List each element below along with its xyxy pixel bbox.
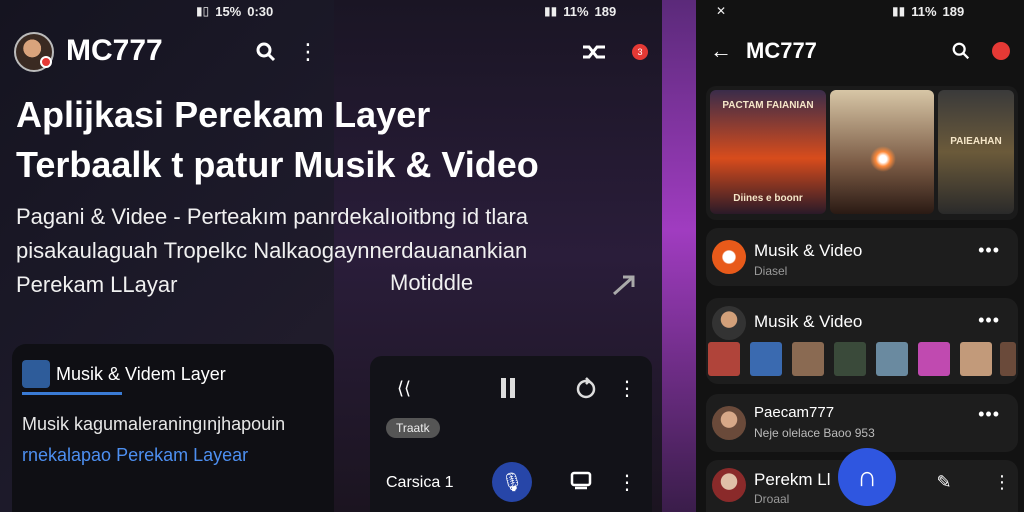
title-underline	[22, 392, 122, 395]
battery-level: 11%	[911, 3, 937, 19]
mic-icon: 🎙	[500, 471, 524, 492]
thumbnail[interactable]	[750, 342, 782, 376]
gallery-caption: Diines e boonr	[733, 193, 803, 204]
thumbnail[interactable]	[876, 342, 908, 376]
edit-icon[interactable]: ✎	[932, 470, 956, 494]
list-item-avatar	[712, 240, 746, 274]
more-vert-icon[interactable]: ⋮	[297, 38, 319, 66]
search-icon[interactable]	[948, 38, 974, 64]
list-item-avatar	[712, 406, 746, 440]
clock: 0:30	[247, 3, 274, 19]
screen-record-icon[interactable]	[568, 468, 594, 494]
list-item[interactable]: Musik & Video •••	[706, 298, 1018, 384]
thumbnail[interactable]	[1000, 342, 1016, 376]
record-icon: ∩	[856, 461, 878, 492]
gallery-item[interactable]	[830, 90, 934, 214]
list-item-title: Paecam777	[754, 404, 835, 421]
list-item-title: Perekm Ll	[754, 470, 831, 489]
list-item[interactable]: Paecam777 Neje olelace Baoo 953 •••	[706, 394, 1018, 452]
record-fab[interactable]: ∩	[838, 448, 896, 506]
back-arrow-icon[interactable]: ←	[708, 38, 734, 64]
record-badge-icon[interactable]	[992, 42, 1010, 60]
list-item-avatar	[712, 468, 746, 502]
more-vert-icon[interactable]: ⋮	[617, 374, 637, 402]
description-line-3: Perekam LLayar	[16, 272, 178, 297]
signal-icon: ▮▮	[892, 4, 906, 18]
card-link[interactable]: rnekalapao Perekam Layear	[22, 445, 248, 466]
status-icon: ✕	[716, 4, 727, 18]
search-icon[interactable]	[252, 38, 280, 66]
app-title: MC777	[66, 34, 163, 67]
player-card: ⟨⟨ ⋮ Traatk Carsica 1 🎙 ⋮	[370, 356, 652, 512]
app-title: MC777	[746, 38, 817, 63]
more-vert-icon[interactable]: ⋮	[993, 470, 1011, 494]
signal-icon: ▮▮	[544, 4, 558, 18]
more-horiz-icon[interactable]: •••	[978, 310, 1000, 331]
more-horiz-icon[interactable]: •••	[978, 404, 1000, 425]
pause-icon[interactable]	[494, 374, 522, 402]
thumbnail[interactable]	[708, 342, 740, 376]
card-title: Musik & Videm Layer	[56, 364, 226, 384]
status-bar: ✕	[716, 0, 726, 22]
more-vert-icon[interactable]: ⋮	[617, 468, 637, 496]
clock: 189	[942, 3, 965, 19]
battery-level: 11%	[563, 3, 589, 19]
notification-badge: 3	[632, 44, 648, 60]
replay-icon[interactable]	[572, 374, 600, 402]
thumbnail[interactable]	[792, 342, 824, 376]
more-horiz-icon[interactable]: •••	[978, 240, 1000, 261]
card-text: Musik kagumaleraningınjhapouin	[22, 414, 286, 434]
status-bar: ▮▮ 11% 189	[544, 0, 616, 22]
list-item-subtitle: Droaal	[754, 492, 790, 506]
notification-badge	[40, 56, 52, 68]
status-bar: ▮▯ 15% 0:30	[196, 0, 273, 22]
thumbnail[interactable]	[918, 342, 950, 376]
list-item-title: Musik & Video	[754, 312, 863, 331]
rewind-icon[interactable]: ⟨⟨	[390, 374, 418, 402]
list-item-subtitle: Neje olelace Baoo 953	[754, 426, 875, 440]
description-line-1: Pagani & Videe - Perteakım panrdekalıoit…	[16, 204, 529, 229]
track-chip[interactable]: Traatk	[386, 418, 440, 438]
info-card[interactable]: Musik & Videm Layer Musik kagumaleraning…	[12, 344, 334, 512]
flare-icon	[870, 146, 896, 172]
list-item-title: Musik & Video	[754, 241, 863, 260]
list-item-subtitle: Diasel	[754, 264, 788, 278]
card-thumbnail	[22, 360, 50, 388]
headline-line-2: Terbaalk t patur Musik & Video	[16, 144, 539, 185]
list-item[interactable]: Musik & Video Diasel •••	[706, 228, 1018, 286]
gallery-caption: PAIEAHAN	[950, 136, 1002, 147]
thumbnail[interactable]	[834, 342, 866, 376]
battery-level: 15%	[215, 3, 242, 19]
page-headline: Aplijkasi Perekam Layer Terbaalk t patur…	[16, 90, 656, 190]
thumbnail-strip	[706, 334, 1018, 376]
track-label: Carsica 1	[386, 474, 454, 491]
right-screen: ✕ ▮▮ 11% 189 ← MC777 PACTAM FAIANIAN Dii…	[696, 0, 1024, 512]
background-strip	[662, 0, 696, 512]
clock: 189	[594, 3, 617, 19]
gallery-item[interactable]: PACTAM FAIANIAN Diines e boonr	[710, 90, 826, 214]
signal-icon: ▮▯	[196, 4, 210, 18]
thumbnail[interactable]	[960, 342, 992, 376]
gallery-caption: PACTAM FAIANIAN	[722, 100, 814, 111]
status-bar-right: ▮▮ 11% 189	[892, 0, 964, 22]
gallery: PACTAM FAIANIAN Diines e boonr PAIEAHAN	[706, 86, 1018, 220]
description-line-2: pisakaulaguah Tropelkc Nalkaogaynnerdaua…	[16, 238, 528, 263]
headline-line-1: Aplijkasi Perekam Layer	[16, 94, 431, 135]
gallery-item[interactable]: PAIEAHAN	[938, 90, 1014, 214]
page-description: Pagani & Videe - Perteakım panrdekalıoit…	[16, 200, 636, 302]
shuffle-icon[interactable]	[580, 40, 608, 64]
mic-button[interactable]: 🎙	[492, 462, 532, 502]
